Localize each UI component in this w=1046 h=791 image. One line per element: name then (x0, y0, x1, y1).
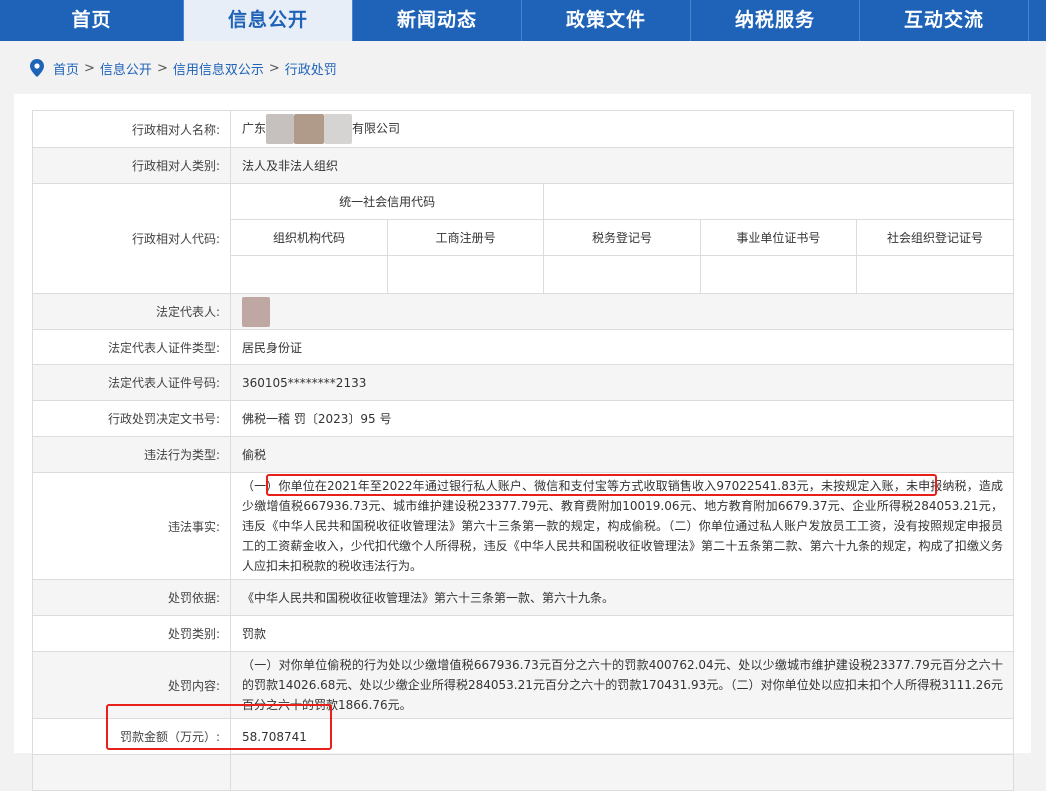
content-value: （一）对你单位偷税的行为处以少缴增值税667936.73元百分之六十的罚款400… (230, 651, 1014, 719)
violation-type-value: 偷税 (230, 436, 1014, 473)
nav-policy[interactable]: 政策文件 (522, 0, 691, 41)
basis-label: 处罚依据: (32, 579, 231, 616)
legal-rep-value (230, 293, 1014, 330)
breadcrumb-separator: > (268, 60, 280, 76)
nav-tax-service[interactable]: 纳税服务 (691, 0, 860, 41)
row-fine: 罚款金额（万元）: 58.708741 (32, 718, 1014, 755)
facts-value: （一）你单位在2021年至2022年通过银行私人账户、微信和支付宝等方式收取销售… (230, 472, 1014, 580)
nav-interaction[interactable]: 互动交流 (860, 0, 1029, 41)
nav-news[interactable]: 新闻动态 (353, 0, 522, 41)
penalty-type-value: 罚款 (230, 615, 1014, 652)
penalty-record-table: 行政相对人名称: 广东 有限公司 行政相对人类别: 法人及非法人组织 行政相对人代… (32, 110, 1014, 791)
org-code-value (231, 254, 388, 293)
uscc-header: 统一社会信用代码 (231, 184, 544, 219)
code-subtable: 统一社会信用代码 组织机构代码 工商注册号 税务登记号 事业单位证书号 社会组织… (231, 184, 1013, 293)
name-prefix: 广东 (242, 121, 267, 136)
legal-rep-label: 法定代表人: (32, 293, 231, 330)
basis-value: 《中华人民共和国税收征收管理法》第六十三条第一款、第六十九条。 (230, 579, 1014, 616)
redacted-block (242, 296, 270, 327)
redacted-block (324, 114, 353, 144)
id-type-label: 法定代表人证件类型: (32, 329, 231, 365)
name-suffix: 有限公司 (352, 121, 401, 136)
content-label: 处罚内容: (32, 651, 231, 719)
penalty-type-label: 处罚类别: (32, 615, 231, 652)
row-violation-type: 违法行为类型: 偷税 (32, 436, 1014, 473)
breadcrumb-credit-info[interactable]: 信用信息双公示 (173, 59, 264, 78)
org-code-header: 组织机构代码 (231, 218, 388, 255)
location-pin-icon (30, 59, 44, 77)
breadcrumb-separator: > (156, 60, 168, 76)
doc-no-label: 行政处罚决定文书号: (32, 400, 231, 437)
row-facts: 违法事实: （一）你单位在2021年至2022年通过银行私人账户、微信和支付宝等… (32, 472, 1014, 580)
institution-cert-value (699, 254, 857, 293)
biz-reg-header: 工商注册号 (386, 218, 544, 255)
name-value: 广东 有限公司 (230, 110, 1014, 148)
row-basis: 处罚依据: 《中华人民共和国税收征收管理法》第六十三条第一款、第六十九条。 (32, 579, 1014, 616)
code-label: 行政相对人代码: (32, 183, 231, 294)
social-org-cert-value (856, 254, 1013, 293)
row-content: 处罚内容: （一）对你单位偷税的行为处以少缴增值税667936.73元百分之六十… (32, 651, 1014, 719)
institution-cert-header: 事业单位证书号 (699, 218, 857, 255)
row-type: 行政相对人类别: 法人及非法人组织 (32, 147, 1014, 184)
type-label: 行政相对人类别: (32, 147, 231, 184)
breadcrumb-home[interactable]: 首页 (53, 59, 79, 78)
id-type-value: 居民身份证 (230, 329, 1014, 365)
nav-home[interactable]: 首页 (0, 0, 184, 41)
violation-type-label: 违法行为类型: (32, 436, 231, 473)
doc-no-value: 佛税一稽 罚〔2023〕95 号 (230, 400, 1014, 437)
nav-info-disclosure[interactable]: 信息公开 (184, 0, 353, 41)
social-org-cert-header: 社会组织登记证号 (856, 218, 1013, 255)
row-legal-rep: 法定代表人: (32, 293, 1014, 330)
id-no-label: 法定代表人证件号码: (32, 364, 231, 401)
row-code: 行政相对人代码: 统一社会信用代码 组织机构代码 工商注册号 税务登记号 事业单… (32, 183, 1014, 294)
breadcrumb-penalty[interactable]: 行政处罚 (285, 59, 337, 78)
row-id-no: 法定代表人证件号码: 360105********2133 (32, 364, 1014, 401)
row-penalty-type: 处罚类别: 罚款 (32, 615, 1014, 652)
row-id-type: 法定代表人证件类型: 居民身份证 (32, 329, 1014, 365)
fine-label: 罚款金额（万元）: (32, 718, 231, 755)
fine-value: 58.708741 (230, 718, 1014, 755)
redacted-block (294, 114, 325, 144)
uscc-value (543, 184, 1013, 219)
redacted-block (266, 114, 295, 144)
breadcrumb: 首页 > 信息公开 > 信用信息双公示 > 行政处罚 (30, 58, 337, 78)
tax-reg-value (543, 254, 701, 293)
row-next (32, 754, 1014, 791)
type-value: 法人及非法人组织 (230, 147, 1014, 184)
top-nav: 首页 信息公开 新闻动态 政策文件 纳税服务 互动交流 (0, 0, 1046, 41)
biz-reg-value (386, 254, 544, 293)
id-no-value: 360105********2133 (230, 364, 1014, 401)
name-label: 行政相对人名称: (32, 110, 231, 148)
breadcrumb-separator: > (84, 60, 95, 76)
tax-reg-header: 税务登记号 (543, 218, 701, 255)
row-doc-no: 行政处罚决定文书号: 佛税一稽 罚〔2023〕95 号 (32, 400, 1014, 437)
row-name: 行政相对人名称: 广东 有限公司 (32, 110, 1014, 148)
breadcrumb-info-disclosure[interactable]: 信息公开 (100, 59, 152, 78)
facts-label: 违法事实: (32, 472, 231, 580)
